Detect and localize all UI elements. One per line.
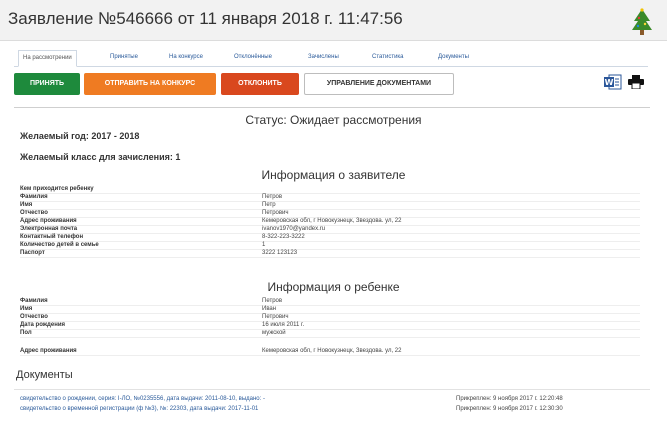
child-row: Пол мужской <box>20 329 640 338</box>
document-row: свидетельство о рождении, серия: I-ЛО, №… <box>20 394 638 404</box>
field-value: 1 <box>262 242 266 248</box>
field-label: Адрес проживания <box>20 348 77 354</box>
tab-bar: На рассмотрении Принятые На конкурсе Отк… <box>14 50 648 67</box>
tab-accepted[interactable]: Принятые <box>110 50 138 65</box>
word-export-icon[interactable]: W <box>604 74 622 90</box>
field-value: Петров <box>262 298 283 304</box>
field-label: Контактный телефон <box>20 234 84 240</box>
child-row: Адрес проживания Кемеровская обл, г Ново… <box>20 347 640 356</box>
field-label: Отчество <box>20 210 48 216</box>
reject-button[interactable]: ОТКЛОНИТЬ <box>221 73 299 95</box>
document-attached-date: Прикреплен: 9 ноября 2017 г. 12:20:48 <box>456 396 563 402</box>
field-label: Дата рождения <box>20 322 66 328</box>
field-value: ivanov1970@yandex.ru <box>262 226 326 232</box>
document-link[interactable]: свидетельство о рождении, серия: I-ЛО, №… <box>20 394 265 404</box>
desired-class: Желаемый класс для зачисления: 1 <box>20 152 181 162</box>
manage-documents-button[interactable]: УПРАВЛЕНИЕ ДОКУМЕНТАМИ <box>304 73 454 95</box>
field-label: Количество детей в семье <box>20 242 99 248</box>
field-label: Фамилия <box>20 194 48 200</box>
desired-year: Желаемый год: 2017 - 2018 <box>20 131 140 141</box>
field-label: Электронная почта <box>20 226 78 232</box>
child-section-title: Информация о ребенке <box>267 280 400 294</box>
field-value: Кемеровская обл, г Новокузнецк, Звездова… <box>262 348 402 354</box>
field-value: Кемеровская обл, г Новокузнецк, Звездова… <box>262 218 402 224</box>
applicant-section-title: Информация о заявителе <box>261 168 406 182</box>
field-label: Имя <box>20 202 33 208</box>
header: Заявление №546666 от 11 января 2018 г. 1… <box>0 0 667 41</box>
send-to-contest-button[interactable]: ОТПРАВИТЬ НА КОНКУРС <box>84 73 216 95</box>
field-label: Адрес проживания <box>20 218 77 224</box>
accept-button[interactable]: ПРИНЯТЬ <box>14 73 80 95</box>
field-value: Петр <box>262 202 276 208</box>
field-label: Фамилия <box>20 298 48 304</box>
tab-under-review[interactable]: На рассмотрении <box>18 50 77 67</box>
tab-contest[interactable]: На конкурсе <box>169 50 203 65</box>
field-value: Иван <box>262 306 277 312</box>
field-label: Паспорт <box>20 250 45 256</box>
document-row: свидетельство о временной регистрации (ф… <box>20 404 638 414</box>
field-value: Петрович <box>262 314 289 320</box>
field-value: мужской <box>262 330 286 336</box>
applicant-row: Паспорт 3222 123123 <box>20 249 640 258</box>
document-attached-date: Прикреплен: 9 ноября 2017 г. 12:30:30 <box>456 406 563 412</box>
page-title: Заявление №546666 от 11 января 2018 г. 1… <box>8 9 403 28</box>
field-label: Имя <box>20 306 33 312</box>
tab-rejected[interactable]: Отклонённые <box>234 50 272 65</box>
field-label: Пол <box>20 330 32 336</box>
field-value: 8-322-223-3222 <box>262 234 305 240</box>
divider <box>14 389 650 390</box>
field-value: Петрович <box>262 210 289 216</box>
field-label: Отчество <box>20 314 48 320</box>
svg-text:W: W <box>605 78 614 87</box>
field-label: Кем приходится ребенку <box>20 186 94 192</box>
field-value: 16 июля 2011 г. <box>262 322 305 328</box>
tab-statistics[interactable]: Статистика <box>372 50 404 65</box>
status-label: Статус: Ожидает рассмотрения <box>245 113 422 127</box>
document-link[interactable]: свидетельство о временной регистрации (ф… <box>20 404 258 414</box>
print-icon[interactable] <box>628 75 644 89</box>
field-value: 3222 123123 <box>262 250 298 256</box>
field-value: Петров <box>262 194 283 200</box>
documents-section-title: Документы <box>16 369 73 381</box>
christmas-tree-icon <box>632 8 652 35</box>
tab-enrolled[interactable]: Зачислены <box>308 50 339 65</box>
tab-documents[interactable]: Документы <box>438 50 469 65</box>
